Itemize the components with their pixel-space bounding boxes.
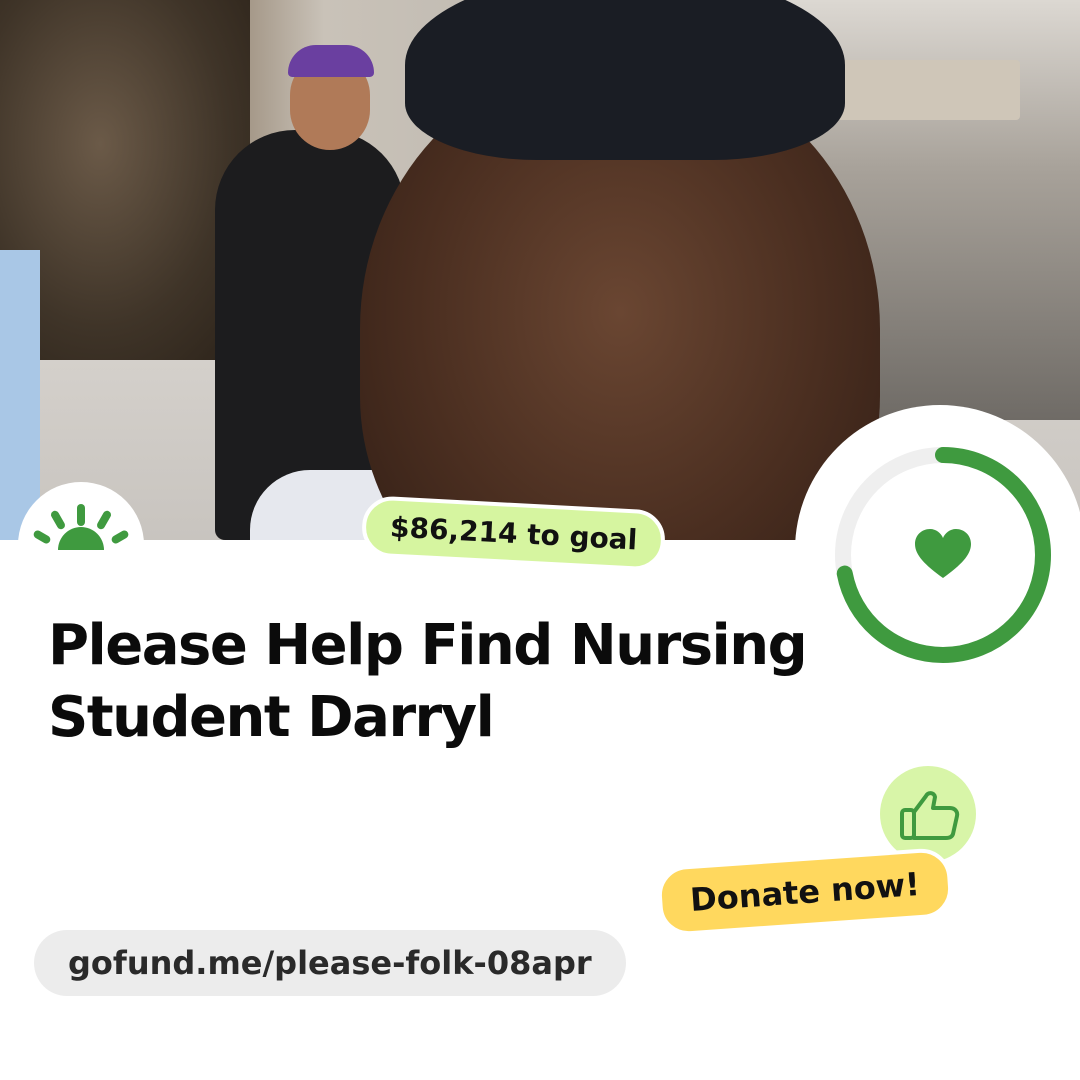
photo-bystander-cap	[288, 45, 374, 77]
campaign-url: gofund.me/please-folk-08apr	[68, 944, 592, 982]
thumbs-up-icon	[900, 791, 960, 840]
thumbs-up-badge	[880, 766, 976, 862]
campaign-title: Please Help Find Nursing Student Darryl	[48, 613, 808, 750]
logo-badge	[18, 482, 144, 608]
photo-beanie	[405, 0, 845, 160]
donate-label: Donate now!	[688, 865, 922, 919]
heart-icon	[915, 529, 971, 578]
campaign-link[interactable]: gofund.me/please-folk-08apr	[34, 930, 626, 996]
progress-ring	[795, 405, 1080, 695]
gofundme-logo-icon	[33, 504, 129, 550]
photo-building-sign	[830, 60, 1020, 120]
goal-text: $86,214 to goal	[389, 510, 639, 557]
